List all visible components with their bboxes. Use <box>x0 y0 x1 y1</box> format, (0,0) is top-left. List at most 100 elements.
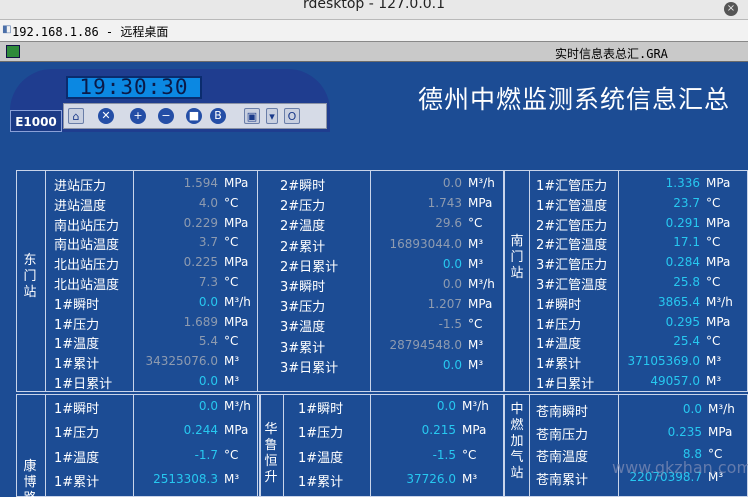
row-unit: M³ <box>468 236 484 251</box>
row-label: 2#瞬时 <box>280 179 326 194</box>
clock-display: 19:30:30 <box>66 76 202 99</box>
row-value: 0.0 <box>198 399 218 413</box>
row-unit: MPa <box>462 423 487 438</box>
row-unit: MPa <box>224 423 249 438</box>
window-title: rdesktop - 127.0.0.1 <box>302 0 446 12</box>
row-value: 1.207 <box>427 297 462 312</box>
row-value: 3.7 <box>198 235 218 250</box>
row-value: 17.1 <box>673 235 700 250</box>
nanmen-station-title: 南门站 <box>510 234 524 281</box>
row-label: 1#温度 <box>54 450 100 466</box>
row-label: 3#日累计 <box>280 360 339 376</box>
row-label: 南出站温度 <box>54 238 120 254</box>
close-window-button[interactable]: × <box>724 2 738 16</box>
row-label: 2#压力 <box>280 199 326 215</box>
row-value: 49057.0 <box>650 374 700 388</box>
row-value: 0.215 <box>421 423 456 438</box>
row-label: 1#瞬时 <box>54 297 100 313</box>
row-unit: M³/h <box>708 402 735 416</box>
kangbo-station-title: 康博路 <box>23 459 37 497</box>
row-unit: M³/h <box>706 294 733 309</box>
row-label: 北出站压力 <box>54 258 120 274</box>
row-unit: MPa <box>708 424 733 439</box>
row-unit: °C <box>706 275 721 289</box>
row-unit: °C <box>462 447 477 462</box>
remote-icon: ◧ <box>2 24 12 35</box>
row-unit: °C <box>224 334 239 349</box>
row-unit: MPa <box>706 215 731 230</box>
row-value: 28794548.0 <box>389 337 462 352</box>
row-value: 5.4 <box>198 334 218 349</box>
row-value: 0.0 <box>442 256 462 271</box>
row-unit: M³ <box>462 472 478 487</box>
row-label: 2#温度 <box>280 219 326 235</box>
stop-icon[interactable]: ■ <box>186 108 202 124</box>
row-value: 0.0 <box>436 399 456 413</box>
row-label: 1#温度 <box>536 337 582 353</box>
row-label: 3#汇管压力 <box>536 258 608 274</box>
row-label: 3#温度 <box>280 320 326 336</box>
row-label: 1#累计 <box>298 475 344 491</box>
row-label: 3#累计 <box>280 340 326 356</box>
row-label: 3#压力 <box>280 300 326 316</box>
window-titlebar: rdesktop - 127.0.0.1 × <box>0 0 748 20</box>
row-value: 1.594 <box>183 176 218 190</box>
row-label: 1#累计 <box>536 357 582 373</box>
row-label: 1#压力 <box>298 426 344 442</box>
row-value: 0.235 <box>667 424 702 439</box>
app-icon <box>6 45 20 58</box>
row-label: 1#瞬时 <box>54 402 100 417</box>
settings-icon[interactable]: O <box>284 108 300 124</box>
row-value: 4.0 <box>198 195 218 210</box>
row-unit: MPa <box>224 314 249 329</box>
row-value: 1.689 <box>183 314 218 329</box>
row-value: 0.0 <box>198 374 218 388</box>
hualu-station-title: 华鲁恒升 <box>264 422 278 485</box>
row-unit: °C <box>468 216 483 231</box>
toolbar: ⌂ ✕ + − ■ B ▣ ▾ O <box>63 103 327 129</box>
row-label: 1#压力 <box>536 317 582 333</box>
row-unit: °C <box>706 235 721 250</box>
row-value: 0.284 <box>665 255 700 270</box>
home-icon[interactable]: ⌂ <box>68 108 84 124</box>
row-value: 0.244 <box>183 423 218 438</box>
row-label: 苍南累计 <box>536 472 589 488</box>
row-value: 29.6 <box>435 216 462 231</box>
zoom-in-icon[interactable]: + <box>130 108 146 124</box>
close-icon[interactable]: ✕ <box>98 108 114 124</box>
row-label: 1#温度 <box>298 450 344 466</box>
row-unit: M³ <box>706 354 722 369</box>
row-value: 7.3 <box>198 275 218 289</box>
document-titlebar: 实时信息表总汇.GRA <box>0 42 748 62</box>
row-label: 苍南瞬时 <box>536 405 589 420</box>
row-value: 0.0 <box>198 294 218 309</box>
zhongran-station-title: 中燃加气站 <box>510 402 524 481</box>
row-value: 0.0 <box>442 277 462 291</box>
row-label: 1#累计 <box>54 357 100 373</box>
row-value: 0.0 <box>442 357 462 372</box>
row-label: 2#日累计 <box>280 259 339 275</box>
row-label: 1#累计 <box>54 475 100 491</box>
dongmen-station-title: 东门站 <box>23 253 37 300</box>
row-unit: MPa <box>706 255 731 270</box>
dropdown-icon[interactable]: ▾ <box>266 108 278 124</box>
row-label: 南出站压力 <box>54 218 120 234</box>
row-unit: MPa <box>224 176 249 190</box>
row-value: 25.4 <box>673 334 700 349</box>
row-unit: MPa <box>468 196 493 211</box>
row-label: 苍南温度 <box>536 450 589 466</box>
row-value: 2513308.3 <box>153 472 218 487</box>
row-unit: M³/h <box>224 399 251 413</box>
row-label: 1#日累计 <box>536 377 595 392</box>
row-unit: MPa <box>224 215 249 230</box>
info-icon[interactable]: B <box>210 108 226 124</box>
row-value: 0.225 <box>183 255 218 270</box>
window-icon[interactable]: ▣ <box>244 108 260 124</box>
row-unit: MPa <box>224 255 249 270</box>
row-value: 0.229 <box>183 215 218 230</box>
row-unit: M³/h <box>468 176 495 190</box>
row-label: 3#汇管温度 <box>536 278 608 293</box>
row-label: 进站压力 <box>54 179 107 194</box>
row-unit: °C <box>224 195 239 210</box>
zoom-out-icon[interactable]: − <box>158 108 174 124</box>
